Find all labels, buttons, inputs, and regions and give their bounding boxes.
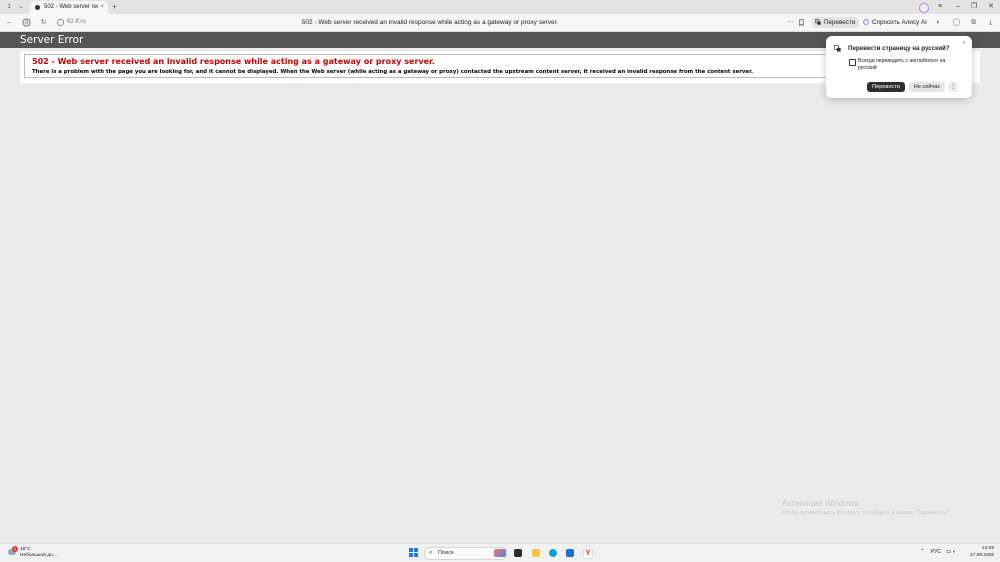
file-explorer-icon[interactable] — [532, 549, 540, 557]
clock-date: 27.08.2026 — [969, 552, 994, 558]
watermark-title: Активация Windows — [782, 498, 859, 508]
tab-counter[interactable]: 1 — [4, 2, 14, 12]
task-view-icon[interactable] — [514, 549, 522, 557]
always-translate-label[interactable]: Всегда переводить с английского на русск… — [858, 58, 958, 72]
search-icon: ⌕ — [429, 550, 433, 556]
reload-icon[interactable]: ↻ — [39, 18, 48, 27]
always-translate-checkbox[interactable] — [849, 59, 856, 66]
popup-title: Перевести страницу на русский? — [848, 45, 950, 52]
weather-temperature: 18°C — [20, 547, 31, 552]
tab-active[interactable]: 502 - Web server recei… × — [30, 1, 108, 14]
back-icon[interactable]: ← — [5, 18, 14, 27]
close-window-icon[interactable]: ✕ — [986, 2, 996, 12]
page-title: Server Error — [20, 34, 84, 46]
protect-icon[interactable]: ◐ — [934, 18, 943, 27]
url-domain[interactable]: 62-lf.ru — [67, 14, 86, 31]
translate-popup: Перевести страницу на русский? × Всегда … — [826, 36, 972, 98]
notification-badge: 1 — [12, 546, 18, 552]
taskbar: 1 18°C Небольшой до... ⌕ Поиск Y ⌃ РУС ▭… — [0, 543, 1000, 562]
svg-text:Я: Я — [25, 20, 29, 26]
error-heading: 502 - Web server received an invalid res… — [32, 57, 435, 66]
tab-close-icon[interactable]: × — [100, 1, 104, 14]
profile-avatar[interactable] — [919, 3, 929, 13]
store-icon[interactable] — [566, 549, 574, 557]
error-description: There is a problem with the page you are… — [32, 69, 754, 75]
tabs-dropdown-icon[interactable]: ⌄ — [16, 2, 26, 12]
tab-count: 1 — [7, 4, 11, 10]
address-bar-page-title[interactable]: 502 - Web server received an invalid res… — [200, 14, 660, 31]
popup-more-icon[interactable]: ⋮ — [948, 82, 958, 92]
input-language[interactable]: РУС — [931, 549, 941, 555]
page-content: Server Error 502 - Web server received a… — [0, 32, 1000, 543]
translate-icon: A — [815, 19, 821, 25]
translate-button-label: Перевести — [824, 19, 856, 26]
navigation-bar: ← Я ↻ 62-lf.ru 502 - Web server received… — [0, 14, 1000, 32]
search-highlight-icon — [494, 549, 506, 557]
tab-title: 502 - Web server recei… — [44, 4, 98, 10]
popup-close-icon[interactable]: × — [962, 40, 966, 47]
error-fieldset: 502 - Web server received an invalid res… — [24, 54, 961, 78]
translate-page-button[interactable]: Перевести — [867, 82, 905, 92]
ask-alice-label: Спросить Алису AI — [872, 19, 927, 26]
bookmark-icon[interactable] — [797, 18, 806, 27]
restore-icon[interactable]: ❐ — [969, 2, 979, 12]
watermark-subtitle: Чтобы активировать Windows, перейдите в … — [782, 510, 951, 516]
download-icon[interactable]: ⤓ — [986, 18, 995, 27]
chat-icon[interactable]: ◯ — [952, 18, 961, 27]
start-button[interactable] — [409, 548, 418, 557]
tab-favicon-icon — [35, 5, 40, 10]
more-options-icon[interactable]: ⋯ — [786, 18, 795, 27]
taskbar-search-label: Поиск — [438, 550, 454, 556]
extensions-icon[interactable]: ⧉ — [969, 18, 978, 27]
ask-alice-button[interactable]: Спросить Алису AI — [860, 17, 931, 28]
minimize-icon[interactable]: – — [953, 2, 963, 12]
alice-icon — [863, 19, 869, 25]
edge-icon[interactable] — [549, 549, 557, 557]
tray-network-sound-icons[interactable]: ▭◖ — [946, 549, 957, 555]
weather-widget[interactable]: 1 18°C Небольшой до... — [8, 546, 68, 560]
tab-strip: 1 ⌄ 502 - Web server recei… × + ≡ – ❐ ✕ — [0, 0, 1000, 14]
translate-icon — [834, 45, 841, 52]
windows-activation-watermark: Активация Windows Чтобы активировать Win… — [782, 498, 951, 517]
clock[interactable]: 13:59 27.08.2026 — [970, 546, 994, 559]
new-tab-button[interactable]: + — [110, 2, 119, 11]
not-now-button[interactable]: Не сейчас — [909, 82, 945, 92]
translate-button[interactable]: A Перевести — [812, 17, 860, 28]
yandex-home-icon[interactable]: Я — [22, 18, 31, 27]
weather-condition: Небольшой до... — [20, 553, 57, 558]
tray-overflow-icon[interactable]: ⌃ — [920, 548, 925, 555]
site-info-icon[interactable] — [56, 18, 65, 27]
yandex-browser-icon[interactable]: Y — [583, 549, 593, 559]
menu-icon[interactable]: ≡ — [935, 2, 945, 12]
